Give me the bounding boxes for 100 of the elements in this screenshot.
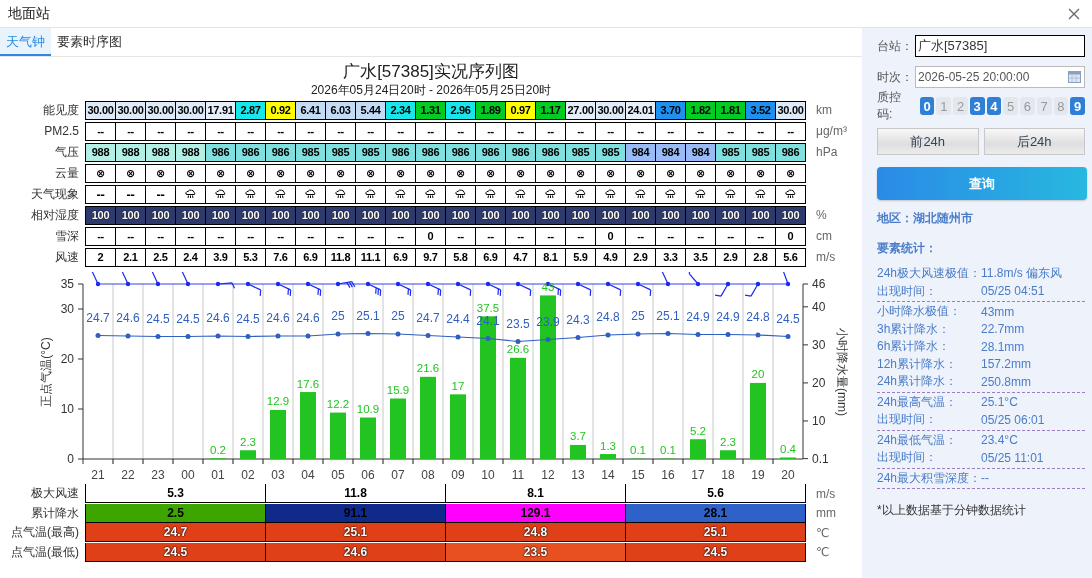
qc-code-chip[interactable]: 5 [1003,97,1019,115]
table-cell: 100 [566,206,596,224]
temperature-point [95,333,101,338]
qc-code-chip[interactable]: 3 [969,97,985,115]
data-label: 24.9 [716,309,740,324]
table-cell: 6.9 [386,248,416,266]
table-cell: 2.8 [746,248,776,266]
tab[interactable]: 天气钟 [0,28,51,56]
data-label: 24.7 [416,310,440,325]
table-cell: 2.87 [236,101,266,119]
axis-tick-label: 30 [812,337,826,352]
table-cell: 27.00 [566,101,596,119]
table-cell: ⊗ [116,164,146,182]
data-label: 0.2 [210,443,226,456]
qc-code-chip[interactable]: 8 [1053,97,1069,115]
table-cell: 100 [116,206,146,224]
table-cell: -- [146,185,176,203]
station-field[interactable]: 广水[57385] [915,35,1085,57]
qc-code-chip[interactable]: 4 [986,97,1002,115]
wind-barb-icon [605,281,622,297]
precip-bar [300,392,316,459]
table-cell: 100 [356,206,386,224]
precip-bar [390,398,406,459]
wind-barb-icon [575,281,592,297]
table-cell: 2.4 [176,248,206,266]
table-cell: 1.81 [716,101,746,119]
table-cell: 30.00 [776,101,805,119]
table-cell: 24.5 [626,542,805,561]
table-cell: 100 [326,206,356,224]
time-field[interactable]: 2026-05-25 20:00:00 [915,66,1085,88]
qc-code-chip[interactable]: 9 [1070,97,1085,115]
table-cell: -- [86,185,116,203]
axis-tick-label: 30 [60,302,74,316]
table-cell: 1.82 [686,101,716,119]
table-cell: -- [386,227,416,245]
axis-tick-label: 0.1 [812,451,829,466]
table-cell: ⊗ [626,164,656,182]
qc-code-chip[interactable]: 6 [1020,97,1035,115]
table-cell: 984 [626,143,656,161]
table-cell: 985 [326,143,356,161]
axis-tick-label: 20 [781,468,795,482]
table-cell: 100 [746,206,776,224]
axis-tick-label: 14 [601,468,615,482]
wind-barb-icon [151,272,161,287]
query-button[interactable]: 查询 [877,167,1087,200]
table-cell: -- [296,122,326,140]
table-cell: 3.9 [206,248,236,266]
data-label: 37.5 [476,301,500,314]
qc-code-chip[interactable]: 1 [936,97,952,115]
table-cell: -- [566,227,596,245]
stat-label: 24h最大积雪深度： [877,469,982,487]
qc-code-chip[interactable]: 7 [1036,97,1052,115]
table-cell: -- [206,122,236,140]
nav-button[interactable]: 前24h [877,128,979,155]
rain-cloud-icon [185,189,196,199]
table-cell: 988 [176,143,206,161]
table-cell: 986 [776,143,805,161]
data-label: 17 [451,379,465,392]
axis-tick-label: 03 [271,468,285,482]
table-cell: 1.31 [416,101,446,119]
stat-value: -- [981,471,990,486]
temperature-point [545,337,551,342]
table-cell: ⊗ [236,164,266,182]
table-cell: 988 [116,143,146,161]
unit-label: μg/m³ [815,124,847,138]
table-cell: -- [506,122,536,140]
close-icon[interactable] [1068,7,1080,20]
unit-label: m/s [815,486,836,501]
axis-tick-label: 16 [661,468,675,482]
table-cell: -- [476,227,506,245]
table-cell: 985 [716,143,746,161]
table-cell: 30.00 [86,101,116,119]
table-cell: 100 [416,206,446,224]
qc-code-chip[interactable]: 2 [953,97,968,115]
table-cell: -- [116,227,146,245]
data-label: 25 [631,309,645,323]
data-label: 21.6 [416,362,440,375]
data-label: 15.9 [386,384,410,396]
table-cell: 100 [236,206,266,224]
table-cell: 100 [686,206,716,224]
wind-barb-icon [365,281,382,297]
table-cell: -- [266,122,296,140]
rain-cloud-icon [665,189,676,199]
wind-barb-icon [714,281,731,297]
data-label: 24.6 [266,311,290,325]
tab[interactable]: 要素时序图 [51,28,128,56]
table-cell: 100 [626,206,656,224]
table-cell: -- [86,227,116,245]
qc-code-chip[interactable]: 0 [919,97,935,115]
row-label: 云量 [54,164,80,182]
data-label: 10.9 [356,403,380,416]
axis-tick-label: 11 [511,468,525,482]
nav-button[interactable]: 后24h [983,128,1085,155]
wind-barb-icon [245,281,262,297]
data-label: 24.5 [776,311,800,326]
stat-label: 小时降水极值： [877,303,962,321]
table-cell: 2.1 [116,248,146,266]
table-cell: -- [206,227,236,245]
axis-tick-label: 17 [691,468,705,482]
temperature-point [155,334,161,339]
